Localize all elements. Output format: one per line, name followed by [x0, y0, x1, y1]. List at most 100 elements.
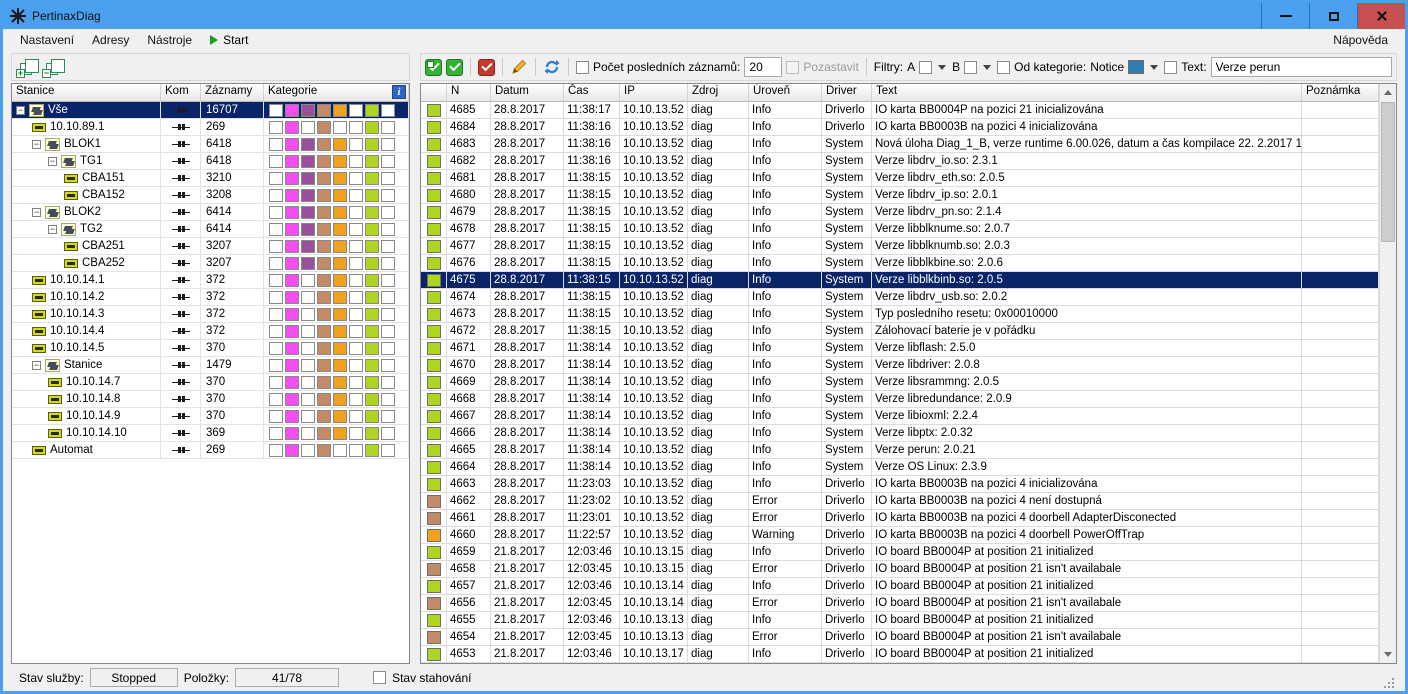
- table-row[interactable]: 467028.8.201711:38:1410.10.13.52diagInfo…: [421, 357, 1379, 374]
- table-row[interactable]: 466028.8.201711:22:5710.10.13.52diagWarn…: [421, 527, 1379, 544]
- scroll-up-button[interactable]: [1380, 84, 1396, 101]
- expander-icon[interactable]: −: [16, 106, 25, 115]
- unack-button[interactable]: [478, 59, 495, 76]
- table-row[interactable]: 466228.8.201711:23:0210.10.13.52diagErro…: [421, 493, 1379, 510]
- tree-row[interactable]: 10.10.14.1372: [12, 272, 409, 289]
- table-row[interactable]: 468028.8.201711:38:1510.10.13.52diagInfo…: [421, 187, 1379, 204]
- tree-row[interactable]: 10.10.14.2372: [12, 289, 409, 306]
- ack-all-button[interactable]: [425, 59, 442, 76]
- pause-checkbox[interactable]: [786, 61, 799, 74]
- close-button[interactable]: [1357, 3, 1405, 29]
- tree-row[interactable]: Automat269: [12, 442, 409, 459]
- table-row[interactable]: 466728.8.201711:38:1410.10.13.52diagInfo…: [421, 408, 1379, 425]
- log-col-čas[interactable]: Čas: [564, 84, 620, 102]
- category-color-swatch[interactable]: [1128, 60, 1144, 74]
- tree-row[interactable]: −BLOK16418: [12, 136, 409, 153]
- scroll-down-button[interactable]: [1380, 646, 1396, 663]
- menu-nastaveni[interactable]: Nastavení: [11, 31, 83, 49]
- ack-button[interactable]: [446, 59, 463, 76]
- table-row[interactable]: 468528.8.201711:38:1710.10.13.52diagInfo…: [421, 102, 1379, 119]
- count-checkbox[interactable]: [576, 61, 589, 74]
- expand-all-button[interactable]: +: [20, 63, 32, 75]
- category-checkbox[interactable]: [997, 61, 1010, 74]
- tree-row[interactable]: CBA2523207: [12, 255, 409, 272]
- tree-row[interactable]: CBA1523208: [12, 187, 409, 204]
- edit-pencil-button[interactable]: [510, 58, 528, 76]
- tree-row[interactable]: 10.10.14.5370: [12, 340, 409, 357]
- table-row[interactable]: 467928.8.201711:38:1510.10.13.52diagInfo…: [421, 204, 1379, 221]
- table-row[interactable]: 467628.8.201711:38:1510.10.13.52diagInfo…: [421, 255, 1379, 272]
- log-col-datum[interactable]: Datum: [491, 84, 564, 102]
- expander-icon[interactable]: −: [48, 157, 57, 166]
- table-row[interactable]: 465821.8.201712:03:4510.10.13.15diagErro…: [421, 561, 1379, 578]
- maximize-button[interactable]: [1309, 3, 1357, 29]
- expander-icon[interactable]: −: [32, 361, 41, 370]
- expander-icon[interactable]: −: [32, 140, 41, 149]
- table-row[interactable]: 467228.8.201711:38:1510.10.13.52diagInfo…: [421, 323, 1379, 340]
- table-row[interactable]: 465621.8.201712:03:4510.10.13.14diagErro…: [421, 595, 1379, 612]
- info-icon[interactable]: i: [392, 85, 406, 99]
- vertical-scrollbar[interactable]: [1379, 84, 1396, 663]
- tree-row[interactable]: 10.10.14.10369: [12, 425, 409, 442]
- log-col-swatch[interactable]: [421, 84, 447, 102]
- tree-row[interactable]: CBA2513207: [12, 238, 409, 255]
- tree-col-kategorie[interactable]: Kategorie i: [264, 84, 409, 102]
- table-row[interactable]: 467428.8.201711:38:1510.10.13.52diagInfo…: [421, 289, 1379, 306]
- tree-row[interactable]: 10.10.14.3372: [12, 306, 409, 323]
- filter-b-dropdown-icon[interactable]: [983, 65, 991, 70]
- tree-col-stanice[interactable]: Stanice: [12, 84, 161, 102]
- log-col-text[interactable]: Text: [872, 84, 1302, 102]
- tree-row[interactable]: −TG26414: [12, 221, 409, 238]
- download-status-checkbox[interactable]: [373, 671, 386, 684]
- collapse-all-button[interactable]: −: [46, 63, 58, 75]
- table-row[interactable]: 466128.8.201711:23:0110.10.13.52diagErro…: [421, 510, 1379, 527]
- log-col-úroveň[interactable]: Úroveň: [749, 84, 822, 102]
- text-filter-input[interactable]: [1211, 57, 1392, 77]
- table-row[interactable]: 466628.8.201711:38:1410.10.13.52diagInfo…: [421, 425, 1379, 442]
- filter-a-checkbox[interactable]: [919, 61, 932, 74]
- table-row[interactable]: 468128.8.201711:38:1510.10.13.52diagInfo…: [421, 170, 1379, 187]
- tree-col-kom[interactable]: Kom: [161, 84, 201, 102]
- category-dropdown-icon[interactable]: [1150, 65, 1158, 70]
- filter-a-dropdown-icon[interactable]: [938, 65, 946, 70]
- table-row[interactable]: 465321.8.201712:03:4610.10.13.17diagInfo…: [421, 646, 1379, 663]
- menu-start[interactable]: Start: [201, 31, 257, 49]
- tree-row[interactable]: CBA1513210: [12, 170, 409, 187]
- tree-row[interactable]: −Vše16707: [12, 102, 409, 119]
- tree-row[interactable]: 10.10.89.1269: [12, 119, 409, 136]
- table-row[interactable]: 466328.8.201711:23:0310.10.13.52diagInfo…: [421, 476, 1379, 493]
- menu-napoveda[interactable]: Nápověda: [1324, 31, 1397, 49]
- expander-icon[interactable]: −: [48, 225, 57, 234]
- filter-b-checkbox[interactable]: [964, 61, 977, 74]
- log-col-driver[interactable]: Driver: [822, 84, 872, 102]
- table-row[interactable]: 468328.8.201711:38:1610.10.13.52diagInfo…: [421, 136, 1379, 153]
- text-filter-checkbox[interactable]: [1164, 61, 1177, 74]
- tree-col-zaznamy[interactable]: Záznamy: [201, 84, 264, 102]
- table-row[interactable]: 467128.8.201711:38:1410.10.13.52diagInfo…: [421, 340, 1379, 357]
- table-row[interactable]: 465721.8.201712:03:4610.10.13.14diagInfo…: [421, 578, 1379, 595]
- tree-row[interactable]: 10.10.14.4372: [12, 323, 409, 340]
- table-row[interactable]: 467328.8.201711:38:1510.10.13.52diagInfo…: [421, 306, 1379, 323]
- table-row[interactable]: 468428.8.201711:38:1610.10.13.52diagInfo…: [421, 119, 1379, 136]
- tree-row[interactable]: −Stanice1479: [12, 357, 409, 374]
- refresh-button[interactable]: [543, 58, 561, 76]
- tree-row[interactable]: −TG16418: [12, 153, 409, 170]
- scroll-track[interactable]: [1380, 243, 1396, 646]
- table-row[interactable]: 466928.8.201711:38:1410.10.13.52diagInfo…: [421, 374, 1379, 391]
- table-row[interactable]: 467528.8.201711:38:1510.10.13.52diagInfo…: [421, 272, 1379, 289]
- tree-row[interactable]: 10.10.14.7370: [12, 374, 409, 391]
- menu-nastroje[interactable]: Nástroje: [138, 31, 201, 49]
- table-row[interactable]: 467728.8.201711:38:1510.10.13.52diagInfo…: [421, 238, 1379, 255]
- table-row[interactable]: 465421.8.201712:03:4510.10.13.13diagErro…: [421, 629, 1379, 646]
- table-row[interactable]: 467828.8.201711:38:1510.10.13.52diagInfo…: [421, 221, 1379, 238]
- tree-row[interactable]: 10.10.14.9370: [12, 408, 409, 425]
- log-col-poznámka[interactable]: Poznámka: [1302, 84, 1379, 102]
- table-row[interactable]: 465521.8.201712:03:4610.10.13.13diagInfo…: [421, 612, 1379, 629]
- minimize-button[interactable]: [1261, 3, 1309, 29]
- count-input[interactable]: [744, 57, 782, 77]
- menu-adresy[interactable]: Adresy: [83, 31, 138, 49]
- table-row[interactable]: 466528.8.201711:38:1410.10.13.52diagInfo…: [421, 442, 1379, 459]
- table-row[interactable]: 466828.8.201711:38:1410.10.13.52diagInfo…: [421, 391, 1379, 408]
- table-row[interactable]: 468228.8.201711:38:1610.10.13.52diagInfo…: [421, 153, 1379, 170]
- log-col-ip[interactable]: IP: [620, 84, 688, 102]
